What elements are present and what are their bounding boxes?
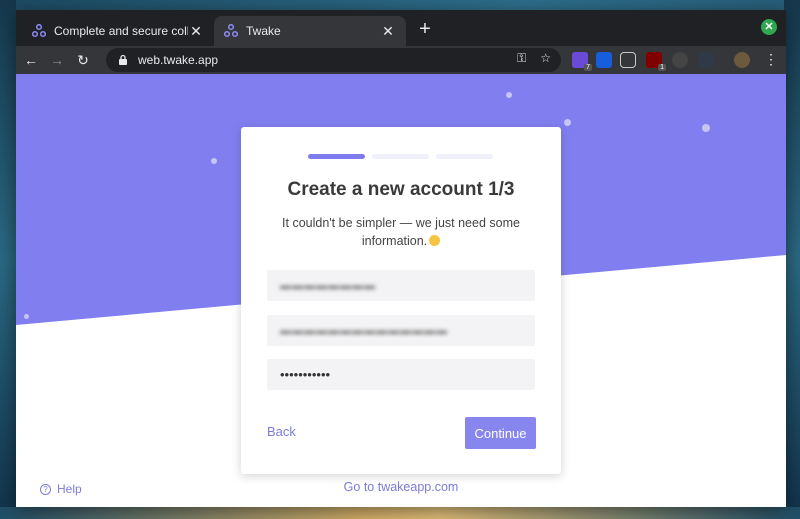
extension-badge: 7 [584,64,592,71]
url-text: web.twake.app [138,53,219,67]
subtitle-text: It couldn't be simpler — we just need so… [282,216,520,248]
purple-extension-icon[interactable]: 7 [572,52,592,71]
address-bar[interactable]: web.twake.app ⚿ ☆ [106,48,561,72]
step-progress [308,154,493,159]
progress-step-2 [372,154,429,159]
signup-card: Create a new account 1/3 It couldn't be … [241,127,561,474]
lock-icon [119,54,127,65]
desktop-background-right [784,0,800,519]
tab-title: Twake [246,24,281,38]
window-close-icon[interactable]: ✕ [761,19,777,35]
reload-icon[interactable]: ↻ [72,49,94,71]
browser-toolbar: ← → ↻ web.twake.app ⚿ ☆ 7 1 ⋮ [16,46,786,74]
password-field[interactable]: ••••••••••• [267,359,535,390]
background-dot [506,92,512,98]
forward-arrow-icon[interactable]: → [46,49,68,71]
desktop-dock-area [0,507,800,519]
bitwarden-icon[interactable] [596,52,612,68]
tab-strip: Complete and secure collabo ✕ Twake ✕ + … [16,10,786,46]
email-field-value: ▬▬▬▬▬▬▬▬▬▬▬▬▬▬ [280,324,448,337]
background-dot [211,158,217,164]
tab-twake[interactable]: Twake ✕ [214,16,406,46]
browser-window: Complete and secure collabo ✕ Twake ✕ + … [16,10,786,507]
tab-complete-secure[interactable]: Complete and secure collabo ✕ [22,16,214,46]
help-link[interactable]: ? Help [40,482,82,496]
pocket-icon[interactable] [620,52,636,68]
twake-logo-icon [224,24,238,38]
help-label: Help [57,482,82,496]
tab-title: Complete and secure collabo [54,24,188,38]
page-subtitle: It couldn't be simpler — we just need so… [271,214,531,250]
progress-step-3 [436,154,493,159]
page-title: Create a new account 1/3 [287,179,515,200]
desktop-background [0,0,16,519]
help-icon: ? [40,483,51,495]
close-icon[interactable]: ✕ [188,23,204,40]
close-icon[interactable]: ✕ [380,23,396,40]
signup-page: Go to twakeapp.com Create a new account … [16,74,786,507]
more-menu-icon[interactable]: ⋮ [764,51,778,68]
new-tab-button[interactable]: + [414,18,436,40]
avatar[interactable] [734,52,750,68]
ublock-icon[interactable]: 1 [646,52,666,71]
back-button[interactable]: Back [267,424,296,439]
progress-step-1 [308,154,365,159]
back-arrow-icon[interactable]: ← [20,49,42,71]
smile-emoji-icon [429,235,441,246]
star-icon[interactable]: ☆ [540,51,551,66]
background-dot [24,314,29,319]
background-dot [564,119,571,126]
lt-extension-icon[interactable] [698,52,714,68]
name-field[interactable]: ▬▬▬▬▬▬▬▬ [267,270,535,301]
twake-logo-icon [32,24,46,38]
email-field[interactable]: ▬▬▬▬▬▬▬▬▬▬▬▬▬▬ [267,315,535,346]
continue-button[interactable]: Continue [465,417,536,449]
background-dot [702,124,710,132]
extension-badge: 1 [658,64,666,71]
goto-twakeapp-link[interactable]: Go to twakeapp.com [286,480,516,494]
key-icon[interactable]: ⚿ [517,51,526,66]
password-field-value: ••••••••••• [280,367,331,382]
mask-extension-icon[interactable] [672,52,688,68]
name-field-value: ▬▬▬▬▬▬▬▬ [280,279,376,292]
